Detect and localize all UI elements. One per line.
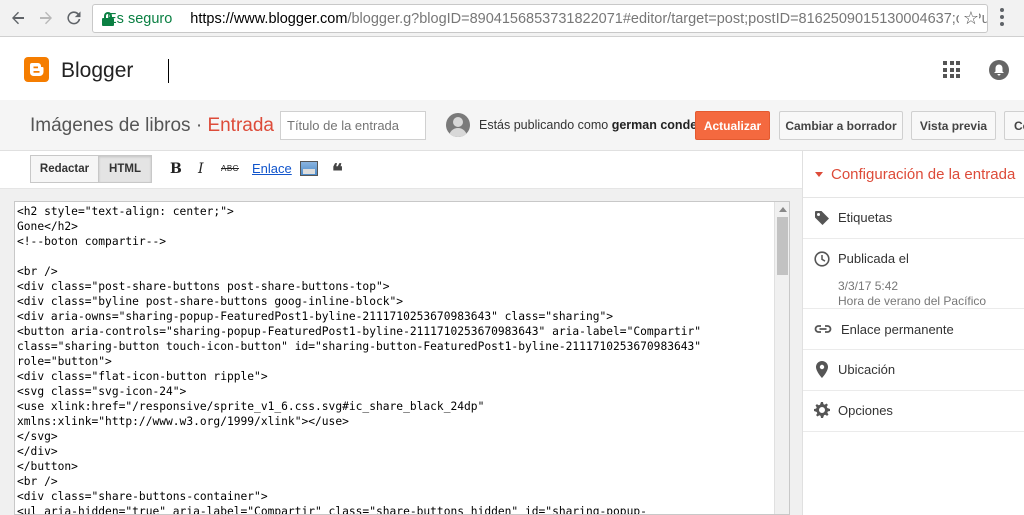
labels-label: Etiquetas (838, 210, 893, 225)
editor-toolbar: Redactar HTML B I ABC Enlace ❝ (0, 151, 802, 189)
breadcrumb: Imágenes de libros · Entrada (30, 115, 274, 137)
code-line: <!--boton compartir--> (17, 235, 167, 248)
html-mode-button[interactable]: HTML (99, 155, 152, 183)
code-content[interactable]: <h2 style="text-align: center;"> Gone</h2… (17, 204, 772, 515)
location-setting[interactable]: Ubicación (803, 350, 1024, 391)
code-line: Gone</h2> (17, 220, 78, 233)
published-date: 3/3/17 5:42 (838, 279, 899, 293)
post-settings-header[interactable]: Configuración de la entrada (803, 151, 1024, 198)
reload-icon[interactable] (60, 4, 88, 32)
code-line: <h2 style="text-align: center;"> (17, 205, 234, 218)
code-line: </button> (17, 460, 78, 473)
editor-mode-toggle: Redactar HTML (30, 155, 152, 183)
revert-to-draft-button[interactable]: Cambiar a borrador (779, 111, 903, 140)
code-line: <button aria-controls="sharing-popup-Fea… (17, 325, 702, 338)
code-line: <ul aria-hidden="true" aria-label="Compa… (17, 505, 647, 515)
quote-button[interactable]: ❝ (332, 159, 343, 183)
scrollbar-thumb[interactable] (777, 217, 788, 275)
caret-down-icon (815, 172, 823, 177)
publishing-as-text: Estás publicando como german conde (479, 118, 697, 132)
html-code-editor[interactable]: <h2 style="text-align: center;"> Gone</h2… (14, 201, 790, 515)
italic-button[interactable]: I (198, 161, 204, 177)
address-bar[interactable]: Es seguro https://www.blogger.com/blogge… (92, 4, 988, 33)
compose-mode-button[interactable]: Redactar (30, 155, 99, 183)
published-setting[interactable]: Publicada el 3/3/17 5:42 Hora de verano … (803, 239, 1024, 309)
code-line: </svg> (17, 430, 58, 443)
header-divider (168, 59, 169, 83)
gear-icon (814, 402, 830, 421)
options-label: Opciones (838, 403, 893, 418)
code-line: <div class="byline post-share-buttons go… (17, 295, 404, 308)
html-editor-area: <h2 style="text-align: center;"> Gone</h2… (0, 189, 802, 515)
url-path: /blogger.g?blogID=8904156853731822071#ed… (347, 10, 987, 27)
link-button[interactable]: Enlace (252, 161, 292, 176)
secure-label: Es seguro (107, 10, 173, 27)
published-label: Publicada el (838, 251, 909, 266)
post-settings-title: Configuración de la entrada (831, 166, 1016, 183)
labels-setting[interactable]: Etiquetas (803, 198, 1024, 239)
link-icon (814, 322, 832, 339)
avatar[interactable] (446, 113, 470, 137)
close-button[interactable]: Cerrar (1004, 111, 1024, 140)
notifications-bell-icon[interactable] (989, 60, 1009, 80)
code-line: <div class="flat-icon-button ripple"> (17, 370, 268, 383)
preview-button[interactable]: Vista previa (911, 111, 996, 140)
permalink-setting[interactable]: Enlace permanente (803, 309, 1024, 350)
editor-scrollbar[interactable] (774, 202, 789, 514)
post-toolbar: Imágenes de libros · Entrada Estás publi… (0, 100, 1024, 151)
code-line: <div class="post-share-buttons post-shar… (17, 280, 390, 293)
breadcrumb-section: Entrada (207, 115, 274, 136)
code-line: </div> (17, 445, 58, 458)
url-host: https://www.blogger.com (190, 10, 348, 27)
permalink-label: Enlace permanente (841, 322, 954, 337)
options-setting[interactable]: Opciones (803, 391, 1024, 432)
code-line: class="sharing-button touch-icon-button"… (17, 340, 702, 353)
strikethrough-button[interactable]: ABC (221, 164, 239, 173)
browser-menu-icon[interactable] (1000, 8, 1004, 26)
browser-toolbar: Es seguro https://www.blogger.com/blogge… (0, 0, 1024, 37)
code-line: <div aria-owns="sharing-popup-FeaturedPo… (17, 310, 614, 323)
blogger-logo-icon[interactable] (24, 57, 49, 82)
breadcrumb-separator: · (190, 115, 208, 136)
user-name: german conde (611, 118, 698, 132)
forward-arrow-icon[interactable] (32, 4, 60, 32)
scroll-up-icon[interactable] (779, 207, 787, 212)
published-timezone: Hora de verano del Pacífico (838, 294, 987, 308)
code-line: <use xlink:href="/responsive/sprite_v1_6… (17, 400, 485, 413)
code-line: xmlns:xlink="http://www.w3.org/1999/xlin… (17, 415, 349, 428)
post-title-input[interactable] (280, 111, 426, 140)
apps-grid-icon[interactable] (943, 61, 960, 78)
location-label: Ubicación (838, 362, 896, 377)
code-line: <br /> (17, 475, 58, 488)
publishing-prefix: Estás publicando como (479, 118, 612, 132)
code-line: role="button"> (17, 355, 112, 368)
blog-name[interactable]: Imágenes de libros (30, 115, 191, 136)
bookmark-star-icon[interactable]: ☆ (958, 8, 979, 29)
insert-image-icon[interactable] (300, 161, 318, 176)
code-line: <div class="share-buttons-container"> (17, 490, 268, 503)
label-tag-icon (814, 210, 830, 229)
clock-icon (814, 251, 830, 270)
post-settings-sidebar: Configuración de la entrada Etiquetas Pu… (802, 151, 1024, 515)
back-arrow-icon[interactable] (4, 4, 32, 32)
code-line: <svg class="svg-icon-24"> (17, 385, 187, 398)
location-pin-icon (816, 361, 828, 381)
bold-button[interactable]: B (170, 161, 182, 177)
blogger-header: Blogger (0, 38, 1024, 100)
code-line: <br /> (17, 265, 58, 278)
app-title[interactable]: Blogger (61, 59, 133, 83)
update-button[interactable]: Actualizar (695, 111, 770, 140)
